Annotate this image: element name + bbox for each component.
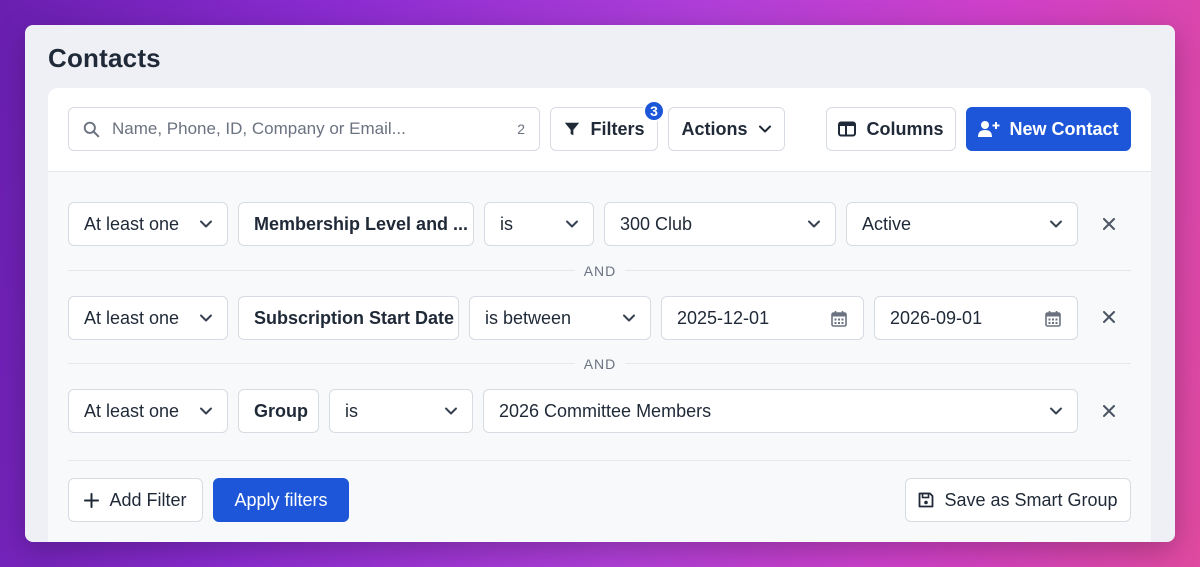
filter-3-operator-value: is [345,400,358,421]
close-icon [1103,218,1115,230]
footer-divider [68,460,1131,461]
actions-label: Actions [681,118,748,139]
filter-3-quantifier-select[interactable]: At least one [68,389,228,433]
save-smart-group-button[interactable]: Save as Smart Group [905,478,1131,522]
filter-2-start-date-input[interactable]: 2025-12-01 [661,296,864,340]
search-shortcut-hint: 2 [517,121,525,137]
chevron-down-icon [1050,407,1062,415]
add-filter-label: Add Filter [109,489,187,510]
chevron-down-icon [1050,220,1062,228]
actions-dropdown[interactable]: Actions [668,107,785,151]
search-placeholder: Name, Phone, ID, Company or Email... [112,119,406,138]
chevron-down-icon [200,407,212,415]
filter-3-quantifier-value: At least one [84,400,180,421]
filter-3-value: 2026 Committee Members [499,400,712,421]
chevron-down-icon [758,122,772,136]
chevron-down-icon [200,220,212,228]
filter-2-end-date-value: 2026-09-01 [890,307,983,328]
filter-panel: At least one Membership Level and ... is… [48,171,1151,542]
save-smart-group-label: Save as Smart Group [944,489,1118,510]
filter-3-value-select[interactable]: 2026 Committee Members [483,389,1078,433]
search-icon [83,121,100,138]
add-user-icon [978,120,1000,138]
new-contact-label: New Contact [1009,118,1119,139]
filters-button[interactable]: Filters 3 [550,100,665,151]
filter-1-quantifier-select[interactable]: At least one [68,202,228,246]
page-title: Contacts [48,43,161,73]
search-input[interactable]: Name, Phone, ID, Company or Email... 2 [68,107,540,151]
columns-button[interactable]: Columns [826,107,956,151]
filter-1-value-select[interactable]: 300 Club [604,202,836,246]
and-connector-2: AND [575,356,625,372]
contacts-card: Name, Phone, ID, Company or Email... 2 F… [48,88,1151,542]
contacts-window: Contacts Name, Phone, ID, Company or Ema… [25,25,1175,542]
filter-1-value: 300 Club [620,213,693,234]
chevron-down-icon [200,314,212,322]
filters-count-badge: 3 [643,100,665,122]
filter-2-field[interactable]: Subscription Start Date [238,296,459,340]
close-icon [1103,311,1115,323]
and-connector-1: AND [575,263,625,279]
save-icon [918,492,934,508]
columns-label: Columns [866,118,944,139]
filter-2-end-date-input[interactable]: 2026-09-01 [874,296,1078,340]
toolbar: Name, Phone, ID, Company or Email... 2 F… [48,88,1151,171]
columns-icon [838,121,857,137]
filter-2-quantifier-value: At least one [84,307,180,328]
chevron-down-icon [445,407,457,415]
filter-2-operator-select[interactable]: is between [469,296,651,340]
filter-2-operator-value: is between [485,307,572,328]
filter-1-operator-select[interactable]: is [484,202,594,246]
add-filter-button[interactable]: Add Filter [68,478,203,522]
filter-icon [563,120,581,138]
chevron-down-icon [623,314,635,322]
new-contact-button[interactable]: New Contact [966,107,1131,151]
filters-label: Filters [590,118,645,139]
filter-1-remove-button[interactable] [1099,214,1119,234]
filter-2-quantifier-select[interactable]: At least one [68,296,228,340]
filter-1-operator-value: is [500,213,513,234]
filter-1-status-select[interactable]: Active [846,202,1078,246]
filter-3-operator-select[interactable]: is [329,389,473,433]
calendar-icon [831,310,847,327]
chevron-down-icon [566,220,578,228]
plus-icon [84,492,100,508]
filter-3-remove-button[interactable] [1099,401,1119,421]
calendar-icon [1045,310,1061,327]
close-icon [1103,405,1115,417]
apply-filters-button[interactable]: Apply filters [213,478,349,522]
filter-1-quantifier-value: At least one [84,213,180,234]
filter-3-field[interactable]: Group [238,389,319,433]
chevron-down-icon [808,220,820,228]
filter-1-status-value: Active [862,213,912,234]
filter-2-remove-button[interactable] [1099,307,1119,327]
filter-2-start-date-value: 2025-12-01 [677,307,770,328]
filter-1-field[interactable]: Membership Level and ... [238,202,474,246]
